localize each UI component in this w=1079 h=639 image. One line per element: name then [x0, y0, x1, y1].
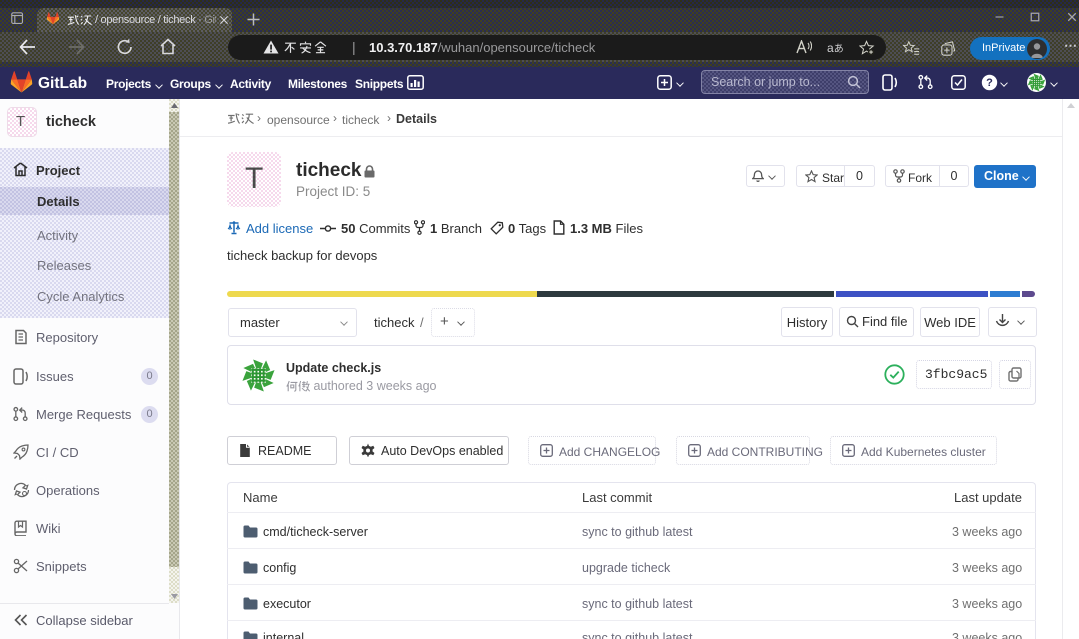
- svg-text:?: ?: [986, 77, 993, 89]
